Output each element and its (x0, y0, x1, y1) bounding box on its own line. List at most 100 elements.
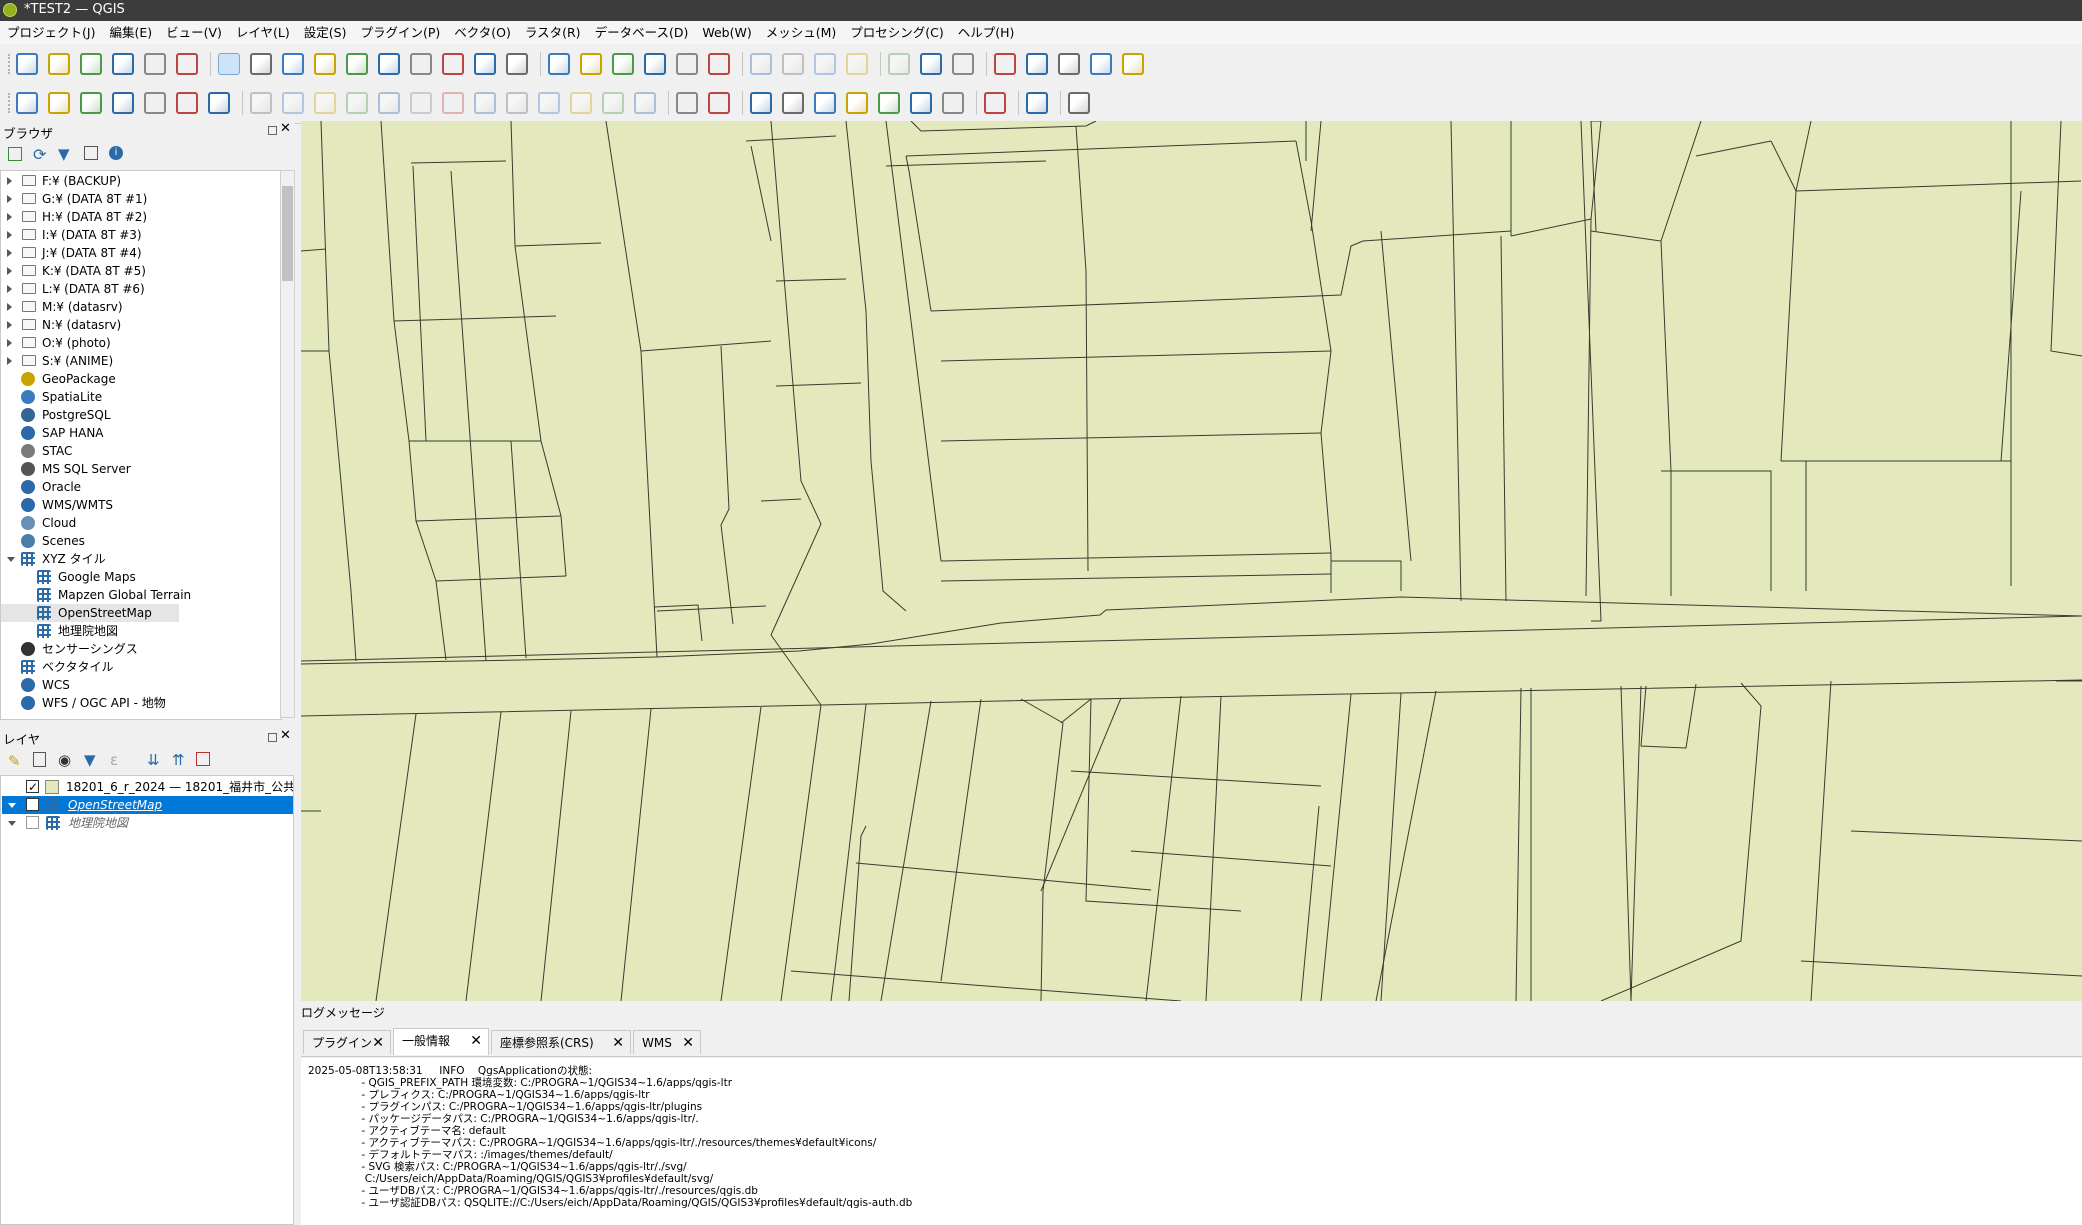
browser-item[interactable]: Cloud (1, 514, 279, 532)
new-project-icon[interactable] (16, 53, 38, 75)
add-wms-icon[interactable] (144, 92, 166, 114)
zoom-in-icon[interactable] (282, 53, 304, 75)
layer-name[interactable]: OpenStreetMap (68, 796, 162, 814)
zoom-last-icon[interactable] (474, 53, 496, 75)
layer-visibility-checkbox[interactable] (26, 798, 39, 811)
browser-tree[interactable]: F:¥ (BACKUP) G:¥ (DATA 8T #1) H:¥ (DATA 8T… (0, 170, 282, 720)
diagram-icon[interactable] (750, 92, 772, 114)
label-rotate-icon[interactable] (846, 92, 868, 114)
add-vector-icon[interactable] (208, 92, 230, 114)
collapse-all-layers-icon[interactable]: ⇈ (172, 751, 185, 769)
browser-item[interactable]: Oracle (1, 478, 279, 496)
select-location-icon[interactable] (846, 53, 868, 75)
expand-arrow-icon[interactable] (7, 321, 12, 329)
delete-icon[interactable] (474, 92, 496, 114)
toolbar-grip[interactable] (8, 54, 14, 74)
browser-item[interactable]: SAP HANA (1, 424, 279, 442)
statistics-icon[interactable] (994, 53, 1016, 75)
expand-arrow-icon[interactable] (7, 231, 12, 239)
browser-item[interactable]: O:¥ (photo) (1, 334, 279, 352)
menu-raster[interactable]: ラスタ(R) (518, 21, 588, 42)
filter-browser-icon[interactable]: ▼ (58, 145, 70, 163)
label-toggle-icon[interactable] (942, 92, 964, 114)
open-project-icon[interactable] (48, 53, 70, 75)
toolbar-grip[interactable] (8, 93, 14, 113)
layers-float-button[interactable] (268, 733, 277, 742)
map-tips-icon[interactable] (1090, 53, 1112, 75)
menu-processing[interactable]: プロセシング(C) (843, 21, 950, 42)
pencil-icon[interactable] (282, 92, 304, 114)
menu-layer[interactable]: レイヤ(L) (229, 21, 297, 42)
add-feature-icon[interactable] (346, 92, 368, 114)
layer-row-parcels[interactable]: ✓ 18201_6_r_2024 — 18201_福井市_公共座標 (2, 778, 293, 796)
deselect-icon[interactable] (814, 53, 836, 75)
browser-float-button[interactable] (268, 126, 277, 135)
log-tab-wms[interactable]: WMS ✕ (633, 1030, 701, 1054)
measure-icon[interactable] (1058, 53, 1080, 75)
expand-arrow-icon[interactable] (7, 195, 12, 203)
save-project-icon[interactable] (80, 53, 102, 75)
browser-item[interactable]: MS SQL Server (1, 460, 279, 478)
browser-item[interactable]: SpatiaLite (1, 388, 279, 406)
parcel-map-svg[interactable] (301, 121, 2082, 1001)
locate-icon[interactable] (1122, 53, 1144, 75)
browser-item[interactable]: Scenes (1, 532, 279, 550)
layout-manager-icon[interactable] (144, 53, 166, 75)
browser-item[interactable]: ベクタタイル (1, 658, 279, 676)
pan-icon[interactable] (218, 53, 240, 75)
browser-scrollbar-thumb[interactable] (282, 186, 293, 281)
browser-item[interactable]: Google Maps (1, 568, 279, 586)
print-layout-icon[interactable] (112, 53, 134, 75)
menu-database[interactable]: データベース(D) (588, 21, 696, 42)
layer-row-openstreetmap[interactable]: OpenStreetMap (2, 796, 293, 814)
plugin-globe-icon[interactable] (984, 92, 1006, 114)
layer-visibility-checkbox[interactable]: ✓ (26, 780, 39, 794)
browser-item[interactable]: Mapzen Global Terrain (1, 586, 279, 604)
expand-arrow-icon[interactable] (7, 177, 12, 185)
log-tab-crs[interactable]: 座標参照系(CRS) ✕ (491, 1030, 631, 1054)
map-canvas[interactable] (301, 121, 2082, 1001)
browser-item[interactable]: L:¥ (DATA 8T #6) (1, 280, 279, 298)
layer-visibility-checkbox[interactable] (26, 816, 39, 829)
expand-arrow-icon[interactable] (7, 213, 12, 221)
expand-arrow-icon[interactable] (7, 285, 12, 293)
processing-toolbox-icon[interactable] (952, 53, 974, 75)
add-selected-layers-icon[interactable] (8, 147, 22, 161)
layers-list[interactable]: ✓ 18201_6_r_2024 — 18201_福井市_公共座標 OpenSt… (0, 775, 294, 1225)
new-geopackage-icon[interactable] (48, 92, 70, 114)
browser-item[interactable]: J:¥ (DATA 8T #4) (1, 244, 279, 262)
label-show-icon[interactable] (910, 92, 932, 114)
identify-icon[interactable] (888, 53, 910, 75)
menu-help[interactable]: ヘルプ(H) (951, 21, 1022, 42)
zoom-out-icon[interactable] (314, 53, 336, 75)
menu-plugins[interactable]: プラグイン(P) (353, 21, 447, 42)
digitize-icon[interactable] (112, 92, 134, 114)
add-raster-icon[interactable] (176, 92, 198, 114)
browser-item[interactable]: WFS / OGC API - 地物 (1, 694, 279, 712)
zoom-selection-icon[interactable] (378, 53, 400, 75)
modify-attributes-icon[interactable] (442, 92, 464, 114)
collapse-arrow-icon[interactable] (7, 557, 15, 562)
browser-item[interactable]: GeoPackage (1, 370, 279, 388)
style-manager-icon[interactable] (176, 53, 198, 75)
browser-item[interactable]: STAC (1, 442, 279, 460)
vertex-icon[interactable] (410, 92, 432, 114)
menu-web[interactable]: Web(W) (695, 21, 758, 42)
browser-item[interactable]: OpenStreetMap (1, 604, 179, 622)
browser-item[interactable]: XYZ タイル (1, 550, 279, 568)
menu-edit[interactable]: 編集(E) (102, 21, 159, 42)
layer-styling-icon[interactable]: ✎ (8, 752, 21, 770)
close-tab-icon[interactable]: ✕ (470, 1029, 482, 1053)
browser-item[interactable]: S:¥ (ANIME) (1, 352, 279, 370)
expand-arrow-icon[interactable] (7, 249, 12, 257)
browser-item[interactable]: M:¥ (datasrv) (1, 298, 279, 316)
collapse-all-icon[interactable] (84, 146, 98, 160)
menu-view[interactable]: ビュー(V) (159, 21, 229, 42)
zoom-native-icon[interactable] (442, 53, 464, 75)
label-move-icon[interactable] (814, 92, 836, 114)
browser-item[interactable]: G:¥ (DATA 8T #1) (1, 190, 279, 208)
zoom-layer-icon[interactable] (410, 53, 432, 75)
label-change-icon[interactable] (878, 92, 900, 114)
filter-expression-icon[interactable]: ε (110, 751, 118, 769)
browser-item[interactable]: PostgreSQL (1, 406, 279, 424)
